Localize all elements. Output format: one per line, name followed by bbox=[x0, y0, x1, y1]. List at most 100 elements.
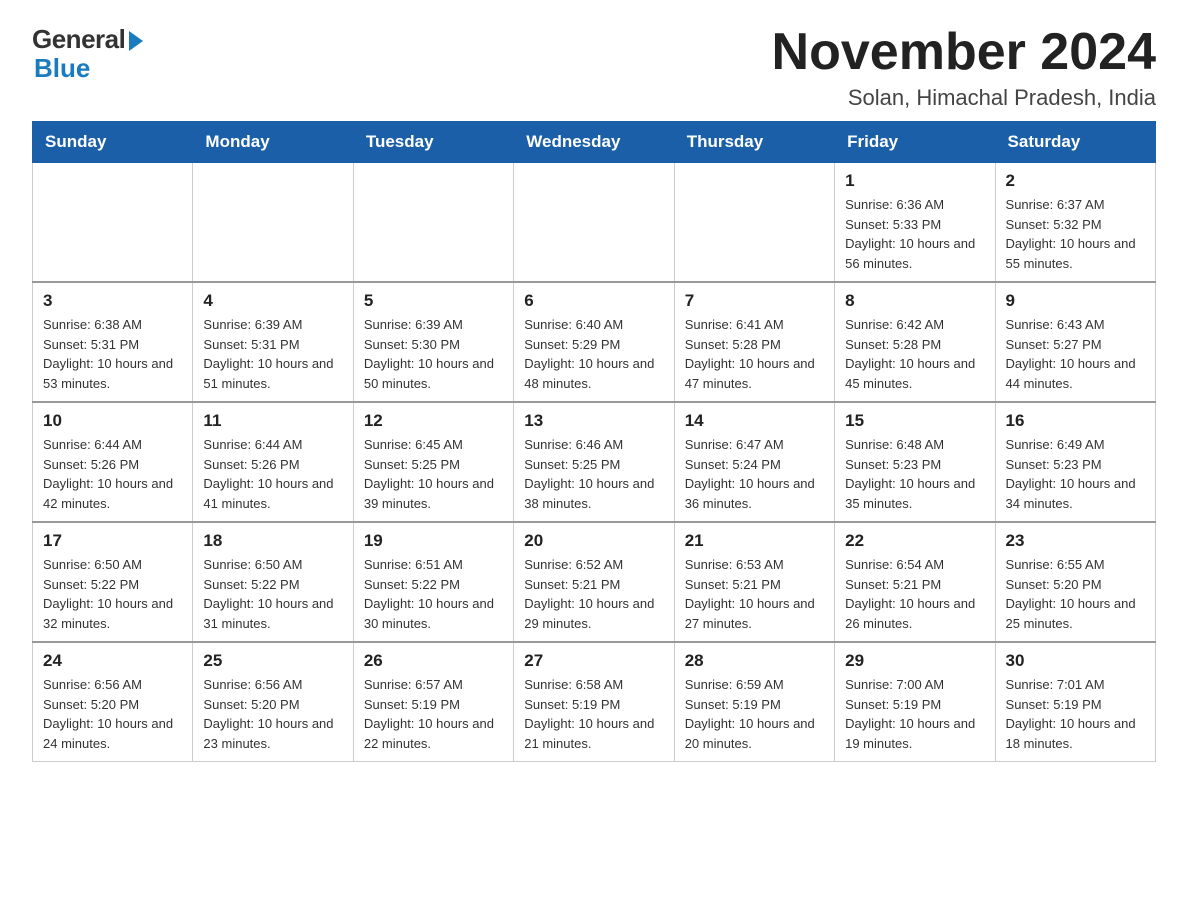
calendar-week-row: 3Sunrise: 6:38 AM Sunset: 5:31 PM Daylig… bbox=[33, 282, 1156, 402]
calendar-cell bbox=[514, 163, 674, 283]
calendar-header-row: SundayMondayTuesdayWednesdayThursdayFrid… bbox=[33, 122, 1156, 163]
day-info: Sunrise: 6:43 AM Sunset: 5:27 PM Dayligh… bbox=[1006, 315, 1145, 393]
calendar-week-row: 24 Sunrise: 6:56 AM Sunset: 5:20 PM Dayli… bbox=[33, 642, 1156, 762]
day-of-week-header: Monday bbox=[193, 122, 353, 163]
calendar-cell: 13 Sunrise: 6:46 AM Sunset: 5:25 PM Dayli… bbox=[514, 402, 674, 522]
day-info: Sunrise: 6:58 AM Sunset: 5:19 PM Dayligh… bbox=[524, 675, 663, 753]
day-info: Sunrise: 7:01 AM Sunset: 5:19 PM Dayligh… bbox=[1006, 675, 1145, 753]
calendar-cell: 23 Sunrise: 6:55 AM Sunset: 5:20 PM Dayli… bbox=[995, 522, 1155, 642]
calendar-cell: 19Sunrise: 6:51 AM Sunset: 5:22 PM Dayli… bbox=[353, 522, 513, 642]
day-info: Sunrise: 6:45 AM Sunset: 5:25 PM Dayligh… bbox=[364, 435, 503, 513]
day-of-week-header: Tuesday bbox=[353, 122, 513, 163]
logo-general-text: General bbox=[32, 24, 125, 55]
day-number: 10 bbox=[43, 411, 182, 431]
calendar-cell: 24 Sunrise: 6:56 AM Sunset: 5:20 PM Dayli… bbox=[33, 642, 193, 762]
day-info: Sunrise: 7:00 AM Sunset: 5:19 PM Dayligh… bbox=[845, 675, 984, 753]
day-info: Sunrise: 6:44 AM Sunset: 5:26 PM Dayligh… bbox=[203, 435, 342, 513]
day-number: 14 bbox=[685, 411, 824, 431]
day-number: 18 bbox=[203, 531, 342, 551]
calendar-cell bbox=[674, 163, 834, 283]
calendar-cell bbox=[193, 163, 353, 283]
day-number: 26 bbox=[364, 651, 503, 671]
logo: General Blue bbox=[32, 24, 143, 84]
day-number: 7 bbox=[685, 291, 824, 311]
page-header: General Blue November 2024 Solan, Himach… bbox=[32, 24, 1156, 111]
calendar-cell: 25 Sunrise: 6:56 AM Sunset: 5:20 PM Dayli… bbox=[193, 642, 353, 762]
calendar-cell: 27Sunrise: 6:58 AM Sunset: 5:19 PM Dayli… bbox=[514, 642, 674, 762]
day-info: Sunrise: 6:44 AM Sunset: 5:26 PM Dayligh… bbox=[43, 435, 182, 513]
day-number: 28 bbox=[685, 651, 824, 671]
calendar-cell: 18 Sunrise: 6:50 AM Sunset: 5:22 PM Dayli… bbox=[193, 522, 353, 642]
day-info: Sunrise: 6:52 AM Sunset: 5:21 PM Dayligh… bbox=[524, 555, 663, 633]
calendar-week-row: 10 Sunrise: 6:44 AM Sunset: 5:26 PM Dayli… bbox=[33, 402, 1156, 522]
day-number: 19 bbox=[364, 531, 503, 551]
day-number: 25 bbox=[203, 651, 342, 671]
day-info: Sunrise: 6:53 AM Sunset: 5:21 PM Dayligh… bbox=[685, 555, 824, 633]
day-info: Sunrise: 6:50 AM Sunset: 5:22 PM Dayligh… bbox=[203, 555, 342, 633]
calendar-cell: 17Sunrise: 6:50 AM Sunset: 5:22 PM Dayli… bbox=[33, 522, 193, 642]
day-info: Sunrise: 6:46 AM Sunset: 5:25 PM Dayligh… bbox=[524, 435, 663, 513]
day-number: 6 bbox=[524, 291, 663, 311]
calendar-cell bbox=[353, 163, 513, 283]
day-info: Sunrise: 6:48 AM Sunset: 5:23 PM Dayligh… bbox=[845, 435, 984, 513]
day-number: 2 bbox=[1006, 171, 1145, 191]
day-of-week-header: Friday bbox=[835, 122, 995, 163]
day-info: Sunrise: 6:37 AM Sunset: 5:32 PM Dayligh… bbox=[1006, 195, 1145, 273]
calendar-table: SundayMondayTuesdayWednesdayThursdayFrid… bbox=[32, 121, 1156, 762]
calendar-cell: 8Sunrise: 6:42 AM Sunset: 5:28 PM Daylig… bbox=[835, 282, 995, 402]
day-number: 29 bbox=[845, 651, 984, 671]
calendar-cell: 3Sunrise: 6:38 AM Sunset: 5:31 PM Daylig… bbox=[33, 282, 193, 402]
logo-arrow-icon bbox=[129, 31, 143, 51]
day-number: 12 bbox=[364, 411, 503, 431]
day-info: Sunrise: 6:56 AM Sunset: 5:20 PM Dayligh… bbox=[203, 675, 342, 753]
calendar-cell: 22 Sunrise: 6:54 AM Sunset: 5:21 PM Dayli… bbox=[835, 522, 995, 642]
day-number: 24 bbox=[43, 651, 182, 671]
day-of-week-header: Sunday bbox=[33, 122, 193, 163]
day-of-week-header: Saturday bbox=[995, 122, 1155, 163]
calendar-cell: 20 Sunrise: 6:52 AM Sunset: 5:21 PM Dayli… bbox=[514, 522, 674, 642]
day-info: Sunrise: 6:54 AM Sunset: 5:21 PM Dayligh… bbox=[845, 555, 984, 633]
day-info: Sunrise: 6:56 AM Sunset: 5:20 PM Dayligh… bbox=[43, 675, 182, 753]
calendar-cell: 29 Sunrise: 7:00 AM Sunset: 5:19 PM Dayli… bbox=[835, 642, 995, 762]
day-number: 4 bbox=[203, 291, 342, 311]
calendar-cell: 5 Sunrise: 6:39 AM Sunset: 5:30 PM Daylig… bbox=[353, 282, 513, 402]
logo-blue-text: Blue bbox=[32, 53, 90, 84]
calendar-cell: 12 Sunrise: 6:45 AM Sunset: 5:25 PM Dayli… bbox=[353, 402, 513, 522]
day-number: 13 bbox=[524, 411, 663, 431]
calendar-week-row: 17 Sunrise: 6:50 AM Sunset: 5:22 PM Dayli… bbox=[33, 522, 1156, 642]
day-number: 21 bbox=[685, 531, 824, 551]
day-info: Sunrise: 6:40 AM Sunset: 5:29 PM Dayligh… bbox=[524, 315, 663, 393]
day-number: 20 bbox=[524, 531, 663, 551]
day-info: Sunrise: 6:38 AM Sunset: 5:31 PM Dayligh… bbox=[43, 315, 182, 393]
title-block: November 2024 Solan, Himachal Pradesh, I… bbox=[772, 24, 1156, 111]
calendar-cell: 16Sunrise: 6:49 AM Sunset: 5:23 PM Dayli… bbox=[995, 402, 1155, 522]
calendar-week-row: 1 Sunrise: 6:36 AM Sunset: 5:33 PM Daylig… bbox=[33, 163, 1156, 283]
day-info: Sunrise: 6:39 AM Sunset: 5:30 PM Dayligh… bbox=[364, 315, 503, 393]
calendar-cell: 28Sunrise: 6:59 AM Sunset: 5:19 PM Dayli… bbox=[674, 642, 834, 762]
day-number: 22 bbox=[845, 531, 984, 551]
day-number: 16 bbox=[1006, 411, 1145, 431]
calendar-cell: 10 Sunrise: 6:44 AM Sunset: 5:26 PM Dayli… bbox=[33, 402, 193, 522]
calendar-cell: 2 Sunrise: 6:37 AM Sunset: 5:32 PM Daylig… bbox=[995, 163, 1155, 283]
day-number: 5 bbox=[364, 291, 503, 311]
day-number: 1 bbox=[845, 171, 984, 191]
calendar-cell: 30 Sunrise: 7:01 AM Sunset: 5:19 PM Dayli… bbox=[995, 642, 1155, 762]
calendar-cell: 4 Sunrise: 6:39 AM Sunset: 5:31 PM Daylig… bbox=[193, 282, 353, 402]
calendar-cell: 7 Sunrise: 6:41 AM Sunset: 5:28 PM Daylig… bbox=[674, 282, 834, 402]
calendar-cell bbox=[33, 163, 193, 283]
day-info: Sunrise: 6:55 AM Sunset: 5:20 PM Dayligh… bbox=[1006, 555, 1145, 633]
calendar-cell: 15 Sunrise: 6:48 AM Sunset: 5:23 PM Dayli… bbox=[835, 402, 995, 522]
day-number: 9 bbox=[1006, 291, 1145, 311]
day-info: Sunrise: 6:41 AM Sunset: 5:28 PM Dayligh… bbox=[685, 315, 824, 393]
calendar-cell: 1 Sunrise: 6:36 AM Sunset: 5:33 PM Daylig… bbox=[835, 163, 995, 283]
calendar-cell: 9 Sunrise: 6:43 AM Sunset: 5:27 PM Daylig… bbox=[995, 282, 1155, 402]
day-info: Sunrise: 6:36 AM Sunset: 5:33 PM Dayligh… bbox=[845, 195, 984, 273]
day-number: 30 bbox=[1006, 651, 1145, 671]
day-number: 23 bbox=[1006, 531, 1145, 551]
day-number: 11 bbox=[203, 411, 342, 431]
day-number: 17 bbox=[43, 531, 182, 551]
day-info: Sunrise: 6:39 AM Sunset: 5:31 PM Dayligh… bbox=[203, 315, 342, 393]
calendar-cell: 11 Sunrise: 6:44 AM Sunset: 5:26 PM Dayli… bbox=[193, 402, 353, 522]
day-number: 15 bbox=[845, 411, 984, 431]
month-title: November 2024 bbox=[772, 24, 1156, 81]
